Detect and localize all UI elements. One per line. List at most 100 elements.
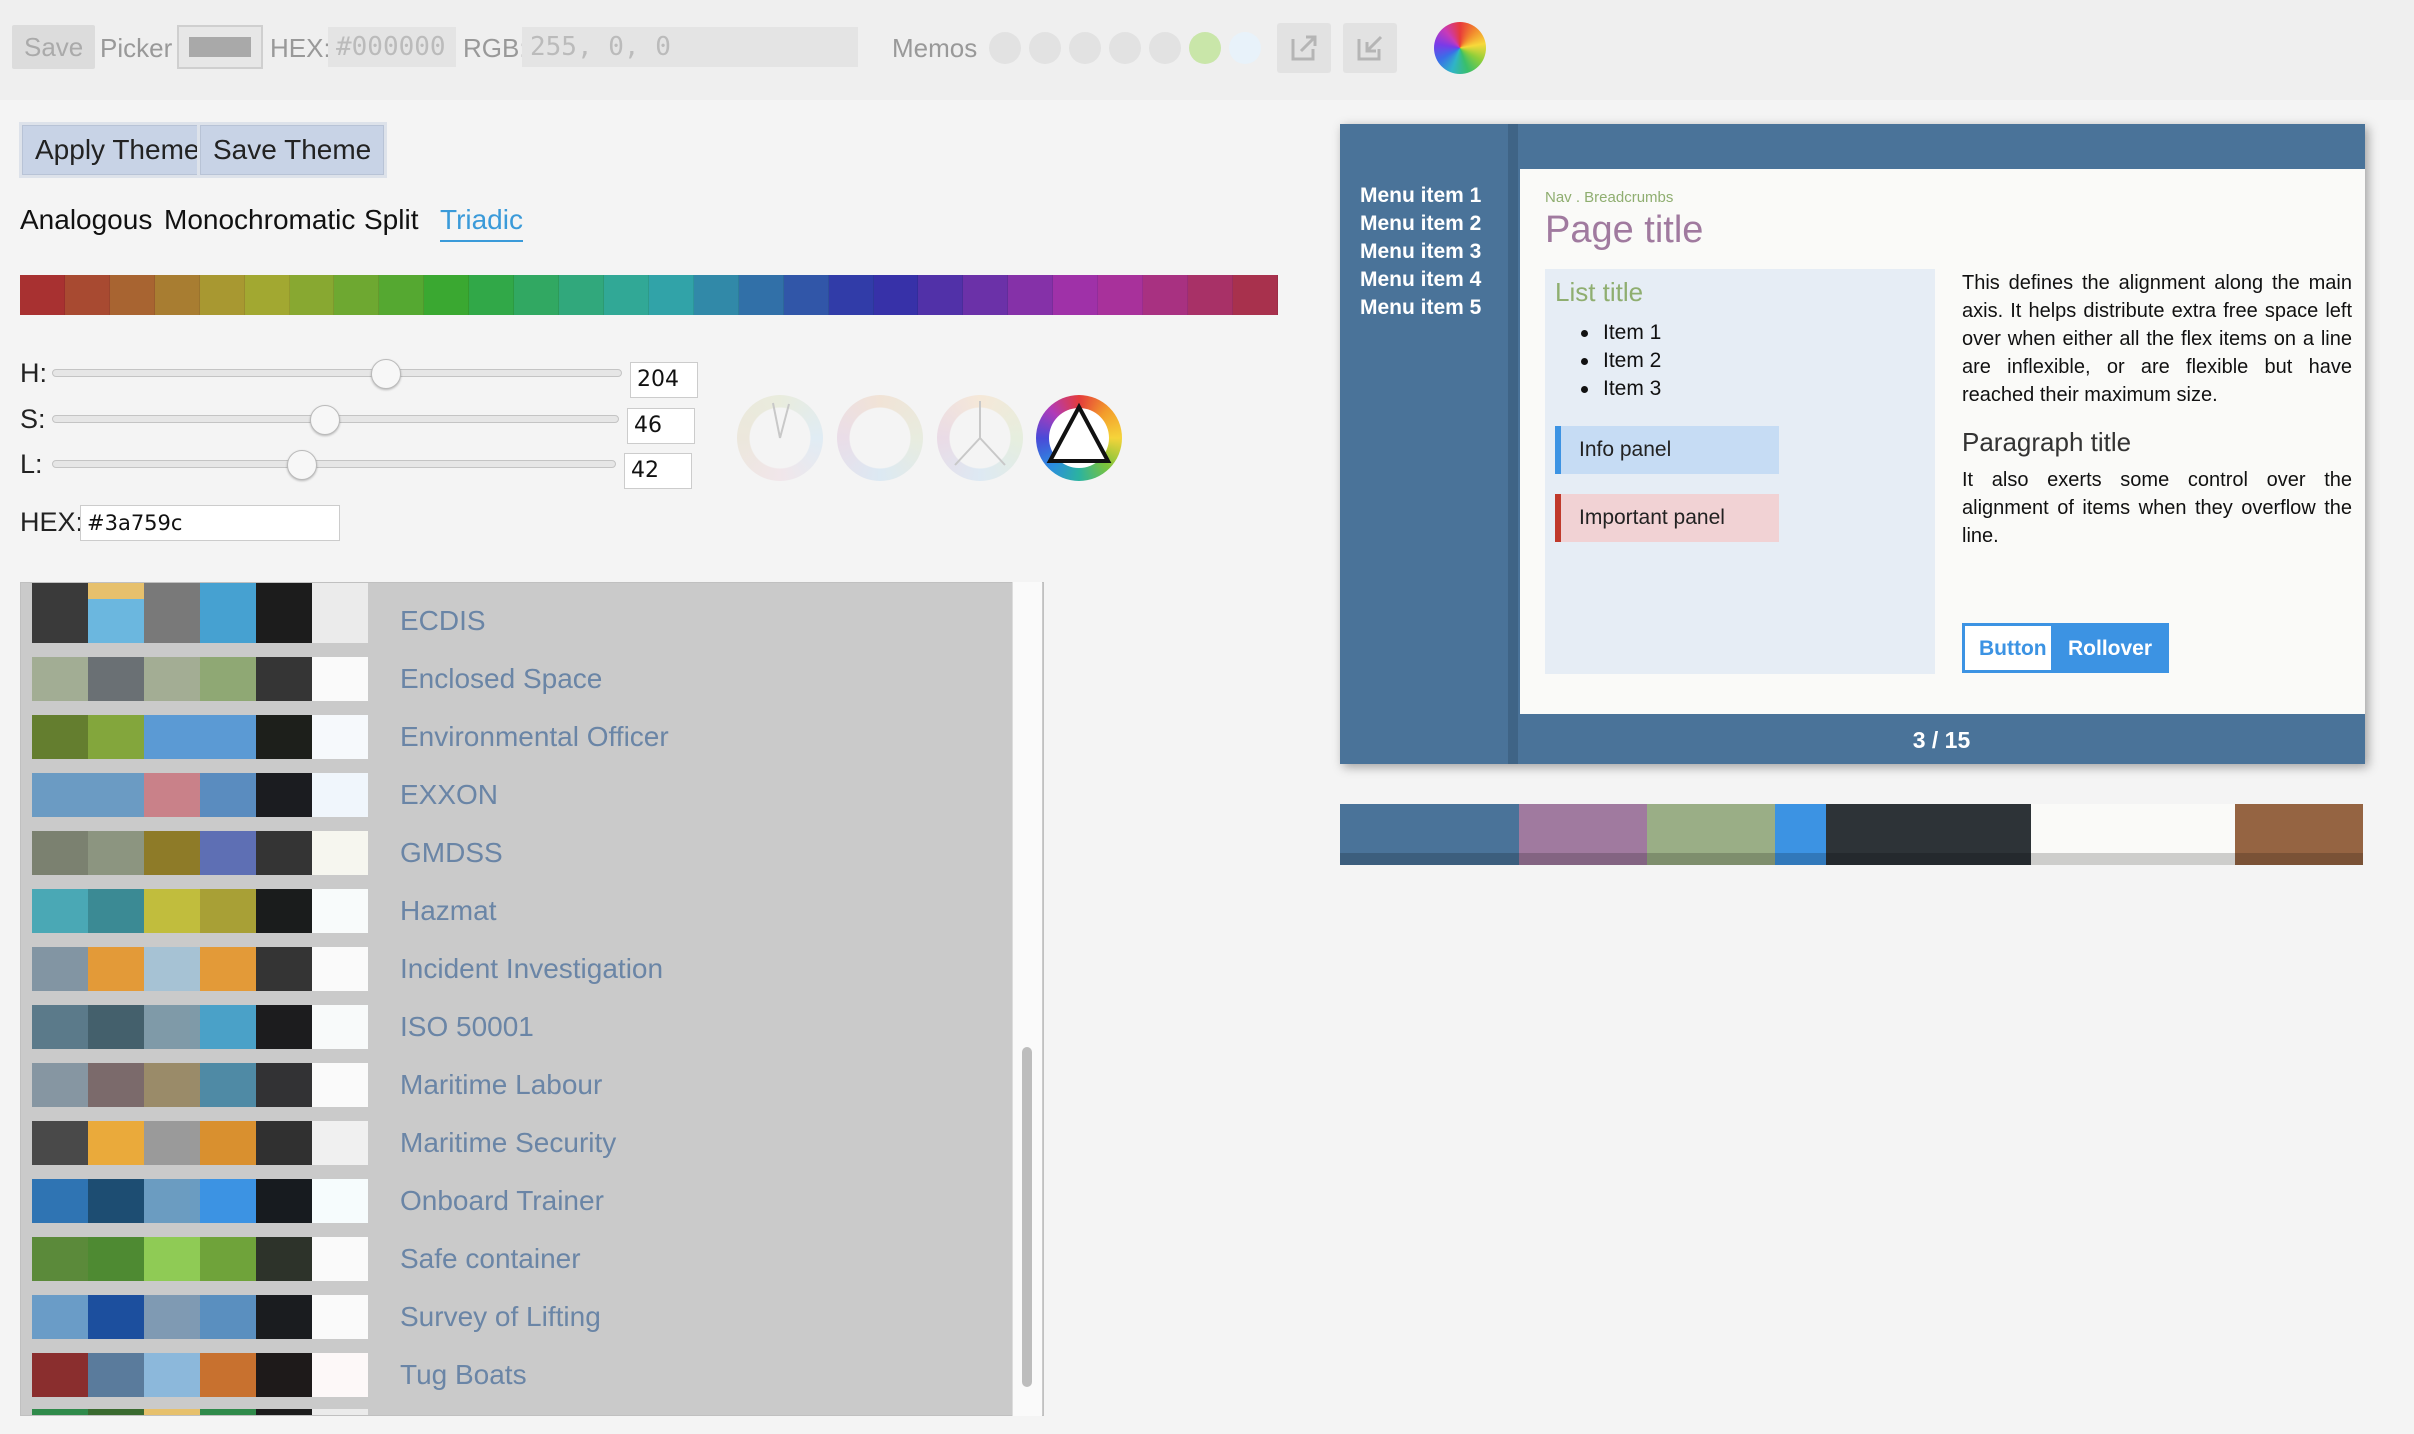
- hue-swatch[interactable]: [918, 275, 964, 315]
- hue-swatch[interactable]: [603, 275, 649, 315]
- hue-swatch[interactable]: [109, 275, 155, 315]
- menu-item[interactable]: Menu item 2: [1360, 210, 1481, 238]
- preset-name[interactable]: Survey of Lifting: [400, 1297, 601, 1337]
- hue-swatch[interactable]: [199, 275, 245, 315]
- hue-swatch[interactable]: [1187, 275, 1233, 315]
- memo-swatch[interactable]: [1029, 32, 1061, 64]
- preset-name[interactable]: Maritime Security: [400, 1123, 616, 1163]
- color-wheel-icon[interactable]: [1434, 22, 1486, 74]
- hue-swatch[interactable]: [289, 275, 335, 315]
- preset-swatches[interactable]: [32, 1121, 368, 1165]
- preset-swatches[interactable]: [32, 947, 368, 991]
- memo-swatch[interactable]: [989, 32, 1021, 64]
- preview-button[interactable]: Button: [1962, 623, 2064, 673]
- preset-swatches[interactable]: [32, 889, 368, 933]
- tab-analogous[interactable]: Analogous: [20, 200, 152, 240]
- preset-swatches[interactable]: [32, 773, 368, 817]
- preset-name[interactable]: Incident Investigation: [400, 949, 663, 989]
- menu-item[interactable]: Menu item 3: [1360, 238, 1481, 266]
- hue-swatch[interactable]: [64, 275, 110, 315]
- triadic-wheel-icon[interactable]: [1036, 395, 1122, 481]
- save-theme-button[interactable]: Save Theme: [200, 125, 385, 175]
- menu-item[interactable]: Menu item 5: [1360, 294, 1481, 322]
- hex-input[interactable]: #3a759c: [80, 505, 340, 541]
- monochromatic-wheel-icon[interactable]: [837, 395, 923, 481]
- preset-swatches[interactable]: [32, 715, 368, 759]
- color-picker-swatch[interactable]: [177, 25, 263, 69]
- hue-swatch[interactable]: [469, 275, 515, 315]
- memo-swatch[interactable]: [1149, 32, 1181, 64]
- preset-name[interactable]: EXXON: [400, 775, 498, 815]
- preset-swatches[interactable]: [32, 1005, 368, 1049]
- hue-swatch[interactable]: [424, 275, 470, 315]
- hue-swatch[interactable]: [828, 275, 874, 315]
- preset-swatches[interactable]: [32, 831, 368, 875]
- memo-swatch[interactable]: [1069, 32, 1101, 64]
- slider-track[interactable]: [52, 460, 616, 468]
- list-scrollbar[interactable]: [1012, 582, 1042, 1416]
- preset-swatches[interactable]: [32, 1179, 368, 1223]
- hue-swatch[interactable]: [20, 275, 65, 315]
- slider-thumb[interactable]: [309, 405, 340, 435]
- preset-name[interactable]: Maritime Labour: [400, 1065, 602, 1105]
- breadcrumb[interactable]: Nav . Breadcrumbs: [1545, 189, 1673, 206]
- hue-swatch[interactable]: [154, 275, 200, 315]
- hue-swatch[interactable]: [873, 275, 919, 315]
- preset-name[interactable]: ECDIS: [400, 601, 486, 641]
- hue-swatch[interactable]: [1232, 275, 1278, 315]
- preset-name[interactable]: Environmental Officer: [400, 717, 669, 757]
- save-button[interactable]: Save: [12, 25, 96, 69]
- preset-swatches[interactable]: [32, 1063, 368, 1107]
- slider-thumb[interactable]: [371, 359, 402, 389]
- preset-name[interactable]: Safe container: [400, 1239, 581, 1279]
- preset-swatches[interactable]: [32, 1295, 368, 1339]
- tab-split[interactable]: Split: [364, 200, 418, 240]
- analogous-wheel-icon[interactable]: [737, 395, 823, 481]
- memo-swatch[interactable]: [1229, 32, 1261, 64]
- preset-name[interactable]: Onboard Trainer: [400, 1181, 604, 1221]
- menu-item[interactable]: Menu item 4: [1360, 266, 1481, 294]
- scrollbar-thumb[interactable]: [1022, 1047, 1032, 1387]
- hue-swatch[interactable]: [963, 275, 1009, 315]
- slider-track[interactable]: [52, 369, 622, 377]
- rollover-button[interactable]: Rollover: [2051, 623, 2170, 673]
- toolbar-rgb-input[interactable]: 255, 0, 0: [522, 27, 858, 67]
- slider-value-input[interactable]: 204: [630, 362, 698, 398]
- toolbar-hex-input[interactable]: #000000: [328, 27, 456, 67]
- tab-triadic[interactable]: Triadic: [440, 200, 523, 242]
- preset-name[interactable]: Enclosed Space: [400, 659, 602, 699]
- preset-swatches[interactable]: [32, 599, 368, 643]
- hue-swatch[interactable]: [1098, 275, 1144, 315]
- export-button[interactable]: [1277, 23, 1331, 73]
- hue-swatch[interactable]: [1008, 275, 1054, 315]
- hue-swatch[interactable]: [783, 275, 829, 315]
- hue-swatch[interactable]: [559, 275, 604, 315]
- preset-swatches[interactable]: [32, 1237, 368, 1281]
- preset-swatches[interactable]: [32, 1353, 368, 1397]
- hue-swatch[interactable]: [693, 275, 739, 315]
- menu-item[interactable]: Menu item 1: [1360, 182, 1481, 210]
- preset-name[interactable]: Hazmat: [400, 891, 496, 931]
- theme-preset-list[interactable]: ECDIS Enclosed Space Environmental Officer…: [20, 582, 1044, 1416]
- hue-swatch[interactable]: [244, 275, 290, 315]
- hue-strip[interactable]: [20, 275, 1278, 315]
- slider-value-input[interactable]: 46: [627, 408, 695, 444]
- hue-swatch[interactable]: [648, 275, 694, 315]
- memo-swatch[interactable]: [1189, 32, 1221, 64]
- preset-name[interactable]: ISO 50001: [400, 1007, 534, 1047]
- apply-theme-button[interactable]: Apply Theme: [22, 125, 213, 175]
- hue-swatch[interactable]: [334, 275, 380, 315]
- split-wheel-icon[interactable]: [937, 395, 1023, 481]
- import-button[interactable]: [1343, 23, 1397, 73]
- hue-swatch[interactable]: [1053, 275, 1099, 315]
- preset-swatches[interactable]: [32, 657, 368, 701]
- hue-swatch[interactable]: [379, 275, 425, 315]
- hue-swatch[interactable]: [1143, 275, 1188, 315]
- preset-name[interactable]: GMDSS: [400, 833, 503, 873]
- slider-value-input[interactable]: 42: [624, 453, 692, 489]
- slider-thumb[interactable]: [287, 450, 318, 480]
- memo-swatch[interactable]: [1109, 32, 1141, 64]
- hue-swatch[interactable]: [514, 275, 560, 315]
- tab-monochromatic[interactable]: Monochromatic: [164, 200, 355, 240]
- preset-name[interactable]: Tug Boats: [400, 1355, 527, 1395]
